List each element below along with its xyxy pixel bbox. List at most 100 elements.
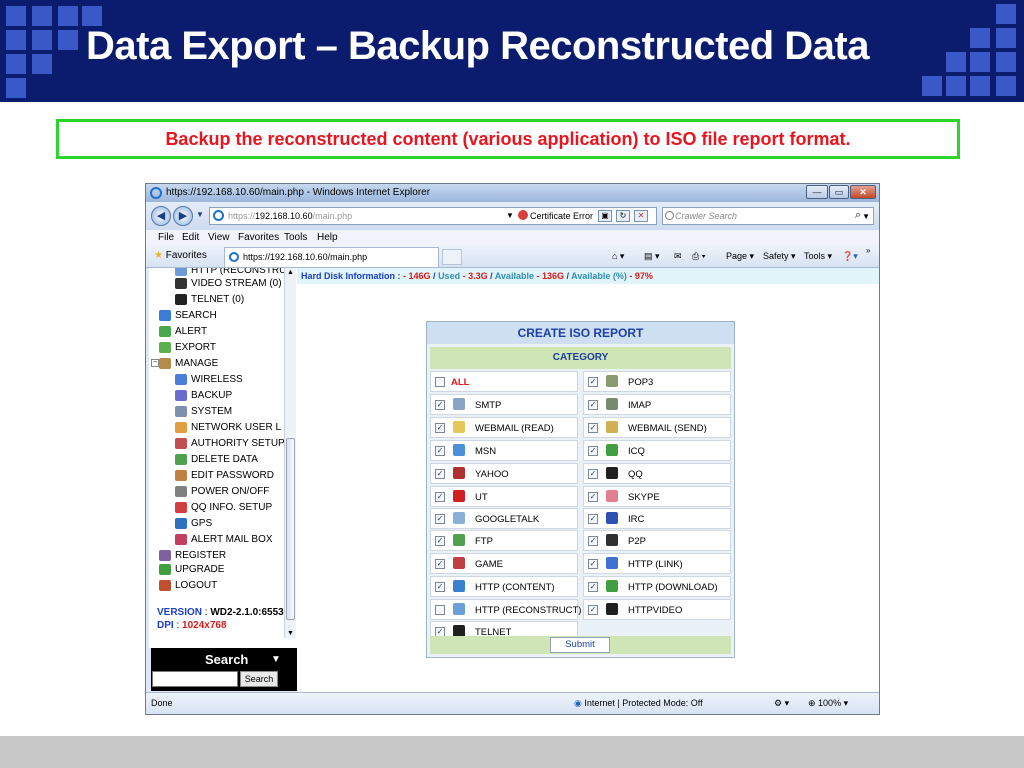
- collapse-manage-icon[interactable]: −: [151, 359, 159, 367]
- mail-icon[interactable]: ✉: [674, 251, 682, 262]
- minimize-button[interactable]: —: [806, 185, 828, 199]
- nav-item-system[interactable]: SYSTEM: [175, 405, 232, 419]
- history-dropdown-icon[interactable]: ▼: [196, 210, 204, 219]
- safety-menu[interactable]: Safety ▾: [763, 251, 796, 262]
- nav-item-logout[interactable]: LOGOUT: [159, 579, 217, 593]
- checkbox[interactable]: ✓: [588, 582, 598, 592]
- nav-item-search[interactable]: SEARCH: [159, 309, 217, 323]
- nav-item-telnet-0[interactable]: TELNET (0): [175, 293, 244, 307]
- checkbox[interactable]: ✓: [435, 514, 445, 524]
- checkbox[interactable]: ✓: [588, 423, 598, 433]
- checkbox[interactable]: ✓: [588, 605, 598, 615]
- icq-icon: [606, 444, 618, 456]
- protected-mode-icon[interactable]: ⚙ ▾: [774, 698, 789, 709]
- maximize-button[interactable]: ▭: [829, 185, 849, 199]
- search-panel-button[interactable]: Search: [240, 671, 278, 687]
- feeds-icon[interactable]: ▤ ▾: [644, 251, 660, 262]
- nav-item-export[interactable]: EXPORT: [159, 341, 216, 355]
- back-button[interactable]: ◀: [151, 206, 171, 226]
- checkbox[interactable]: ✓: [588, 446, 598, 456]
- nav-item-wireless[interactable]: WIRELESS: [175, 373, 243, 387]
- checkbox[interactable]: ✓: [435, 400, 445, 410]
- nav-item-video-stream-0[interactable]: VIDEO STREAM (0): [175, 277, 282, 291]
- search-panel-toggle-icon[interactable]: ▼: [271, 654, 281, 665]
- zoom-control[interactable]: ⊕ 100% ▾: [808, 698, 848, 709]
- checkbox[interactable]: ✓: [435, 492, 445, 502]
- category-all: ALL: [430, 371, 578, 392]
- checkbox[interactable]: ✓: [588, 377, 598, 387]
- nav-item-upgrade[interactable]: UPGRADE: [159, 563, 224, 577]
- checkbox[interactable]: ✓: [588, 400, 598, 410]
- nav-item-icon: [159, 341, 171, 353]
- tools-menu[interactable]: Tools ▾: [804, 251, 832, 262]
- refresh-icon[interactable]: ↻: [616, 210, 630, 222]
- checkbox[interactable]: [435, 605, 445, 615]
- page-menu[interactable]: Page ▾: [726, 251, 754, 262]
- checkbox[interactable]: ✓: [435, 469, 445, 479]
- search-dropdown-icon[interactable]: ▼: [862, 212, 870, 221]
- globe-icon: [453, 580, 465, 592]
- nav-item-label: QQ INFO. SETUP: [191, 502, 273, 513]
- menu-favorites[interactable]: Favorites: [238, 232, 279, 243]
- menu-file[interactable]: File: [158, 232, 174, 243]
- search-icon[interactable]: ⌕: [855, 209, 861, 222]
- close-window-button[interactable]: ✕: [850, 185, 876, 199]
- nav-item-alert-mail-box[interactable]: ALERT MAIL BOX: [175, 533, 273, 547]
- nav-item-backup[interactable]: BACKUP: [175, 389, 232, 403]
- checkbox[interactable]: ✓: [588, 492, 598, 502]
- ut-icon: [453, 490, 465, 502]
- nav-item-gps[interactable]: GPS: [175, 517, 212, 531]
- checkbox[interactable]: ✓: [435, 582, 445, 592]
- submit-button[interactable]: Submit: [550, 637, 610, 653]
- nav-item-manage[interactable]: MANAGE: [159, 357, 218, 371]
- checkbox[interactable]: ✓: [588, 559, 598, 569]
- game-icon: [453, 557, 465, 569]
- more-commands-icon[interactable]: »: [866, 246, 870, 255]
- home-icon[interactable]: ⌂ ▾: [612, 251, 624, 262]
- favorites-button[interactable]: ★ Favorites: [154, 250, 207, 261]
- nav-item-icon: [175, 501, 187, 513]
- scroll-up-icon[interactable]: ▲: [287, 269, 294, 276]
- address-bar[interactable]: https://192.168.10.60/main.php ▼ Certifi…: [209, 207, 657, 225]
- checkbox[interactable]: ✓: [435, 446, 445, 456]
- checkbox[interactable]: ✓: [435, 536, 445, 546]
- search-panel-input[interactable]: [152, 671, 238, 687]
- scroll-down-icon[interactable]: ▼: [287, 630, 294, 637]
- nav-item-power-on-off[interactable]: POWER ON/OFF: [175, 485, 269, 499]
- nav-item-authority-setup[interactable]: AUTHORITY SETUP: [175, 437, 285, 451]
- nav-item-icon: [159, 579, 171, 591]
- checkbox[interactable]: ✓: [588, 536, 598, 546]
- vertical-scrollbar[interactable]: ▲ ▼: [284, 268, 296, 638]
- address-dropdown-icon[interactable]: ▼: [506, 211, 514, 220]
- compat-view-icon[interactable]: ▣: [598, 210, 612, 222]
- search-box[interactable]: Crawler Search ⌕ ▼: [662, 207, 874, 225]
- category-icq: ✓ ICQ: [583, 440, 731, 461]
- checkbox[interactable]: ✓: [435, 423, 445, 433]
- certificate-error[interactable]: Certificate Error: [530, 211, 593, 221]
- category-imap: ✓ IMAP: [583, 394, 731, 415]
- checkbox[interactable]: ✓: [588, 469, 598, 479]
- dpi-info: DPI : 1024x768: [157, 620, 227, 631]
- stop-icon[interactable]: ✕: [634, 210, 648, 222]
- menu-help[interactable]: Help: [317, 232, 338, 243]
- checkbox[interactable]: ✓: [435, 559, 445, 569]
- checkbox[interactable]: [435, 377, 445, 387]
- nav-item-delete-data[interactable]: DELETE DATA: [175, 453, 258, 467]
- help-icon[interactable]: ❓▾: [842, 251, 858, 262]
- nav-item-qq-info-setup[interactable]: QQ INFO. SETUP: [175, 501, 272, 515]
- new-tab-button[interactable]: [442, 249, 462, 265]
- menu-edit[interactable]: Edit: [182, 232, 199, 243]
- menu-tools[interactable]: Tools: [284, 232, 307, 243]
- submit-row: Submit: [430, 636, 731, 654]
- checkbox[interactable]: ✓: [588, 514, 598, 524]
- nav-item-register[interactable]: REGISTER: [159, 549, 226, 563]
- print-icon[interactable]: ⎙ ▾: [692, 251, 705, 262]
- browser-tab[interactable]: https://192.168.10.60/main.php: [224, 247, 439, 267]
- nav-item-edit-password[interactable]: EDIT PASSWORD: [175, 469, 274, 483]
- nav-item-network-user-l[interactable]: NETWORK USER L: [175, 421, 281, 435]
- menu-view[interactable]: View: [208, 232, 230, 243]
- nav-item-alert[interactable]: ALERT: [159, 325, 207, 339]
- category-ut: ✓ UT: [430, 486, 578, 507]
- forward-button[interactable]: ▶: [173, 206, 193, 226]
- vertical-scroll-thumb[interactable]: [286, 438, 295, 620]
